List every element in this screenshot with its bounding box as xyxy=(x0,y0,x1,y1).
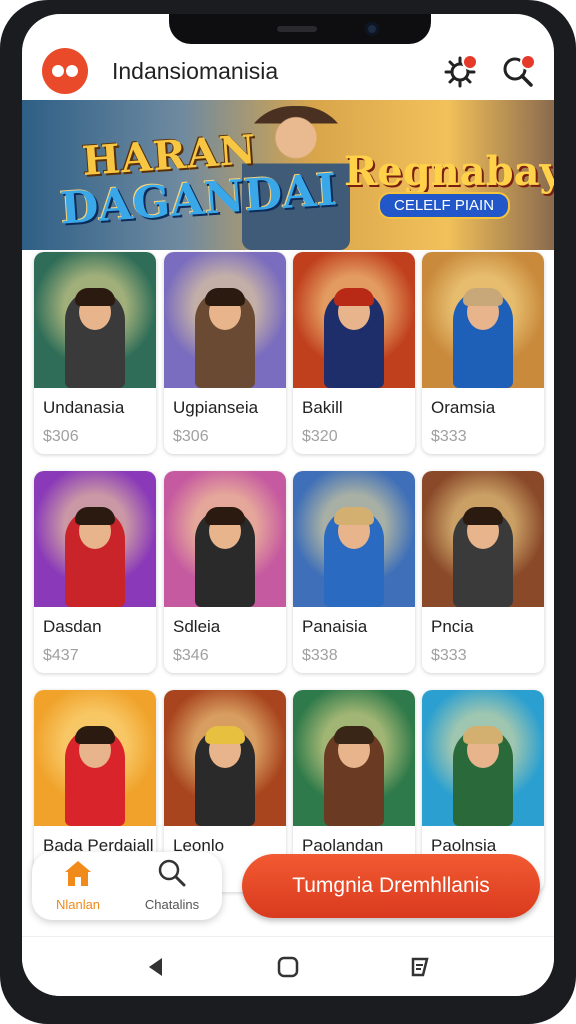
product-thumbnail xyxy=(293,690,415,826)
screen: Indansiomanisia HARAN DAGANDAI Regnabay … xyxy=(22,14,554,996)
product-thumbnail xyxy=(422,471,544,607)
product-thumbnail xyxy=(34,690,156,826)
product-price: $320 xyxy=(302,428,338,445)
product-thumbnail xyxy=(293,252,415,388)
app-logo-icon[interactable] xyxy=(42,48,88,94)
product-name: Paolandan xyxy=(302,836,384,855)
recents-icon xyxy=(411,957,429,977)
front-camera xyxy=(365,22,379,36)
product-price: $346 xyxy=(173,647,209,664)
phone-frame: Indansiomanisia HARAN DAGANDAI Regnabay … xyxy=(0,0,576,1024)
product-thumbnail xyxy=(422,690,544,826)
product-card[interactable]: Panaisia $338 xyxy=(293,471,415,673)
nav-home[interactable]: Nlanlan xyxy=(46,858,110,912)
bottom-nav: Nlanlan Chatalins xyxy=(32,852,222,920)
recents-button[interactable] xyxy=(408,955,432,984)
product-price: $306 xyxy=(173,428,209,445)
product-price: $306 xyxy=(43,428,79,445)
back-button[interactable] xyxy=(144,955,168,984)
product-name: Panaisia xyxy=(302,617,368,636)
product-thumbnail xyxy=(164,471,286,607)
settings-button[interactable] xyxy=(442,54,478,90)
product-card[interactable]: Undanasia $306 xyxy=(34,252,156,454)
system-nav-bar xyxy=(22,936,554,996)
banner-pill: CELELF PIAIN xyxy=(378,192,511,219)
product-card[interactable]: Ugpianseia $306 xyxy=(164,252,286,454)
home-square-icon xyxy=(277,956,299,978)
product-name: Oramsia xyxy=(431,398,496,417)
camera-notch xyxy=(169,14,431,44)
nav-search[interactable]: Chatalins xyxy=(132,858,212,912)
product-thumbnail xyxy=(34,252,156,388)
product-thumbnail xyxy=(164,252,286,388)
promo-banner[interactable]: HARAN DAGANDAI Regnabay CELELF PIAIN xyxy=(22,100,554,250)
banner-logo-text: Regnabay xyxy=(344,148,554,195)
nav-home-label: Nlanlan xyxy=(55,897,101,912)
product-price: $333 xyxy=(431,428,467,445)
product-card[interactable]: Oramsia $333 xyxy=(422,252,544,454)
notification-badge xyxy=(520,54,536,70)
home-icon xyxy=(65,861,91,886)
primary-cta-button[interactable]: Tumgnia Dremhllanis xyxy=(242,854,540,918)
product-name: Undanasia xyxy=(43,398,125,417)
product-thumbnail xyxy=(422,252,544,388)
product-card[interactable]: Bakill $320 xyxy=(293,252,415,454)
product-name: Bakill xyxy=(302,398,343,417)
product-card[interactable]: Pncia $333 xyxy=(422,471,544,673)
app-bar: Indansiomanisia xyxy=(22,44,554,102)
speaker-grille xyxy=(277,26,317,32)
product-name: Paolnsia xyxy=(431,836,497,855)
product-card[interactable]: Sdleia $346 xyxy=(164,471,286,673)
app-title: Indansiomanisia xyxy=(112,58,279,84)
back-triangle-icon xyxy=(149,958,162,976)
product-thumbnail xyxy=(34,471,156,607)
product-name: Ugpianseia xyxy=(173,398,259,417)
product-thumbnail xyxy=(293,471,415,607)
product-price: $437 xyxy=(43,647,79,664)
product-price: $333 xyxy=(431,647,467,664)
notification-badge xyxy=(462,54,478,70)
product-name: Pncia xyxy=(431,617,474,636)
product-thumbnail xyxy=(164,690,286,826)
home-system-button[interactable] xyxy=(276,955,300,984)
search-button[interactable] xyxy=(500,54,536,90)
product-price: $338 xyxy=(302,647,338,664)
product-name: Dasdan xyxy=(43,617,102,636)
product-card[interactable]: Dasdan $437 xyxy=(34,471,156,673)
search-icon xyxy=(158,859,186,887)
nav-search-label: Chatalins xyxy=(144,897,200,912)
product-name: Sdleia xyxy=(173,617,221,636)
